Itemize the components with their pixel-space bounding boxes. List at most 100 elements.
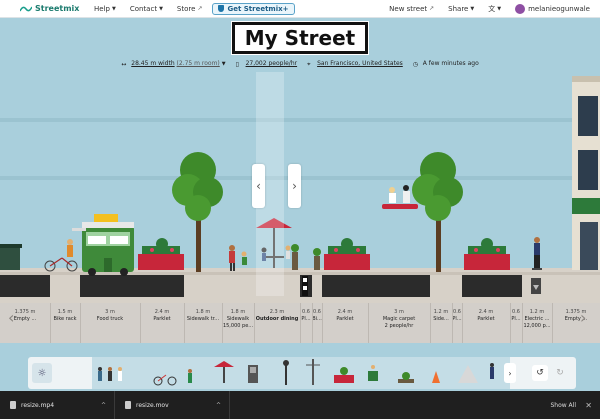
external-link-icon: ↗	[197, 5, 203, 12]
segment-width: 2.4 m	[337, 309, 353, 315]
environment-settings-button[interactable]: ☼	[32, 363, 52, 383]
segment-palette: ☼ › ↺ ↻	[28, 357, 576, 389]
segment-divider	[462, 303, 463, 343]
segment-divider	[312, 303, 313, 343]
segment-label[interactable]: 0.6 Pl...	[452, 309, 462, 323]
language-menu[interactable]: 文 ▼	[488, 4, 501, 14]
help-menu[interactable]: Help ▼	[94, 5, 116, 13]
chevron-down-icon: ▼	[221, 61, 226, 67]
undo-button[interactable]: ↺	[532, 365, 548, 381]
palette-segments[interactable]	[92, 357, 510, 389]
show-all-button[interactable]: Show All	[550, 402, 576, 409]
redo-icon: ↻	[556, 368, 564, 378]
last-updated: ◷ A few minutes ago	[412, 60, 479, 68]
palette-rider	[490, 363, 494, 379]
clock-icon: ◷	[412, 60, 419, 68]
download-item[interactable]: resize.mov ^	[115, 391, 230, 419]
segment-shrink-button[interactable]: ‹	[252, 164, 265, 208]
share-menu[interactable]: Share ▼	[448, 5, 474, 13]
segment-width: 3 m	[394, 309, 404, 315]
scroll-right-arrow[interactable]: ›	[580, 308, 586, 327]
segment-name: Pl...	[301, 316, 311, 322]
file-icon	[125, 401, 131, 409]
segment-label[interactable]: 1.2 m Side...	[430, 309, 452, 323]
segment-width: 1.375 m	[565, 309, 587, 315]
palette-bench	[368, 365, 378, 381]
palette-cone	[432, 371, 440, 383]
segment-name: Sidewalk	[226, 316, 250, 322]
segment-divider	[510, 303, 511, 343]
chevron-up-icon[interactable]: ^	[101, 402, 106, 409]
new-street-link[interactable]: New street ↗	[389, 5, 434, 13]
segment-label[interactable]: 1.8 m Sidewalk 15,000 pe...	[222, 309, 254, 330]
streetmix-logo[interactable]: Streetmix	[20, 4, 80, 13]
street-room: (2.75 m room)	[176, 60, 220, 67]
download-bar: resize.mp4 ^ resize.mov ^ Show All ✕	[0, 391, 600, 419]
external-link-icon: ↗	[429, 5, 435, 12]
share-menu-label: Share	[448, 4, 469, 13]
sun-icon: ☼	[37, 367, 47, 379]
get-streetmix-plus-button[interactable]: Get Streetmix+	[212, 2, 295, 15]
segment-label[interactable]: 1.375 m Empty ...	[552, 309, 600, 323]
palette-umbrella	[214, 361, 234, 383]
segment-name: Electric ...	[524, 316, 550, 322]
street-width-control[interactable]: ↔ 28.45 m width (2.75 m room) ▼	[121, 60, 226, 68]
segment-width: 3 m	[105, 309, 115, 315]
segment-label[interactable]: 1.5 m Bike rack	[50, 309, 80, 323]
segment-label[interactable]: 1.2 m Electric ... 12,000 p...	[522, 309, 552, 330]
palette-next-button[interactable]: ›	[504, 363, 516, 383]
segment-width: 0.6	[302, 309, 310, 315]
segment-name: Pl...	[511, 316, 521, 322]
segment-name: Bi...	[312, 316, 322, 322]
segment-label[interactable]: 2.4 m Parklet	[322, 309, 368, 323]
segment-name: Parklet	[153, 316, 171, 322]
segment-label[interactable]: 0.6 Bi...	[312, 309, 322, 323]
segment-label[interactable]: 3 m Food truck	[80, 309, 140, 323]
file-icon	[10, 401, 16, 409]
segment-divider	[80, 303, 81, 343]
palette-parklet	[334, 367, 354, 383]
segment-name: Outdoor dining	[255, 316, 299, 322]
palette-icons	[98, 359, 494, 386]
palette-pole	[306, 359, 320, 385]
chevron-up-icon[interactable]: ^	[216, 402, 221, 409]
segment-width: 0.6	[453, 309, 461, 315]
segment-width: 1.2 m	[529, 309, 545, 315]
store-link[interactable]: Store ↗	[177, 5, 203, 13]
width-icon: ↔	[121, 60, 127, 68]
palette-ramp	[458, 365, 478, 383]
street-title: My Street	[244, 26, 356, 50]
segment-divider	[452, 303, 453, 343]
segment-label[interactable]: 0.6 Pl...	[510, 309, 522, 323]
street-name-box[interactable]: My Street	[231, 21, 369, 55]
contact-menu[interactable]: Contact ▼	[130, 5, 163, 13]
capacity-info[interactable]: ▯ 27,002 people/hr	[236, 60, 298, 68]
segment-divider	[552, 303, 553, 343]
segment-label[interactable]: 2.3 m Outdoor dining	[254, 309, 300, 323]
segment-width: 1.2 m	[433, 309, 449, 315]
download-item[interactable]: resize.mp4 ^	[0, 391, 115, 419]
segment-label[interactable]: 1.8 m Sidewalk tr...	[184, 309, 222, 323]
segment-label[interactable]: 0.6 Pl...	[300, 309, 312, 323]
avatar	[515, 3, 526, 14]
segment-divider	[222, 303, 223, 343]
username: melanieogunwale	[528, 4, 590, 13]
segment-grow-button[interactable]: ›	[288, 164, 301, 208]
palette-bike	[153, 374, 177, 386]
segment-width: 1.8 m	[230, 309, 246, 315]
segment-label[interactable]: 3 m Magic carpet 2 people/hr	[368, 309, 430, 330]
close-icon[interactable]: ✕	[585, 401, 592, 410]
segment-divider	[140, 303, 141, 343]
segment-label[interactable]: 2.4 m Parklet	[462, 309, 510, 323]
top-navigation: Streetmix Help ▼ Contact ▼ Store ↗ Get Stre…	[0, 0, 600, 18]
location-pin-icon: ⌖	[307, 60, 311, 68]
scroll-left-arrow[interactable]: ‹	[8, 308, 14, 327]
segment-label[interactable]: 2.4 m Parklet	[140, 309, 184, 323]
chevron-down-icon: ▼	[497, 5, 502, 12]
segment-name: Magic carpet	[382, 316, 416, 322]
redo-button[interactable]: ↻	[552, 365, 568, 381]
location-info[interactable]: ⌖ San Francisco, United States	[307, 60, 403, 68]
segment-labels: 1.375 m Empty ... 1.5 m Bike rack 3 m Food tr…	[0, 303, 600, 343]
segment-name: Empty ...	[564, 316, 588, 322]
user-menu[interactable]: melanieogunwale	[515, 3, 590, 14]
